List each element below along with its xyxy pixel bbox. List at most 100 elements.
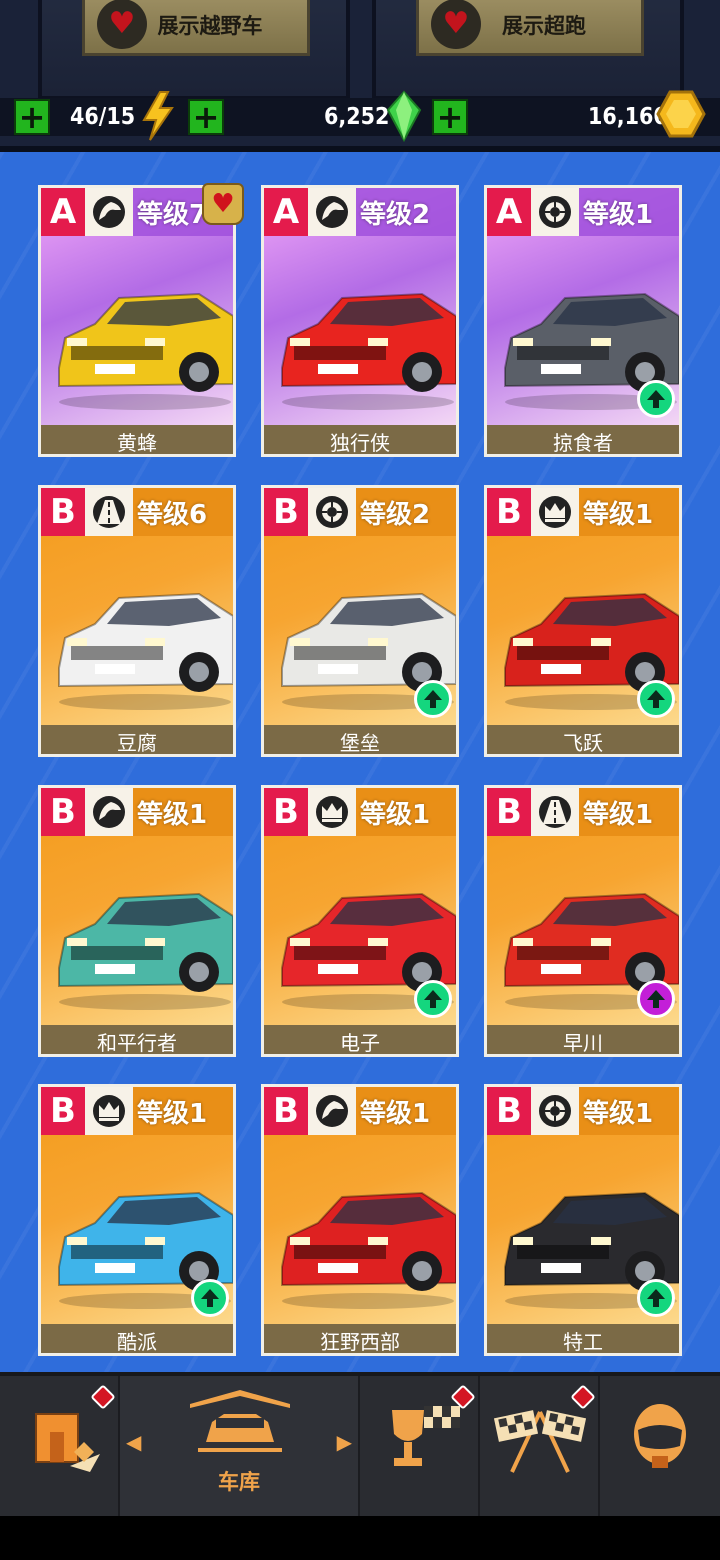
- nav-trophy[interactable]: [360, 1376, 480, 1516]
- car-name: 飞跃: [487, 725, 679, 754]
- car-card[interactable]: B 等级1 狂野西部: [261, 1084, 459, 1356]
- car-card[interactable]: B 等级6 豆腐: [38, 485, 236, 757]
- car-name: 豆腐: [41, 725, 233, 754]
- upgrade-arrow-icon[interactable]: [414, 680, 452, 718]
- upgrade-arrow-icon[interactable]: [637, 980, 675, 1018]
- car-level: 等级1: [583, 499, 654, 530]
- upgrade-arrow-icon[interactable]: [637, 1279, 675, 1317]
- car-level: 等级1: [583, 1098, 654, 1129]
- grade-badge: B: [487, 1087, 531, 1135]
- garage-label: 车库: [218, 1470, 260, 1494]
- car-card-body: A 等级2: [264, 188, 456, 425]
- show-supercar-label: 展示超跑: [502, 14, 586, 38]
- upgrade-arrow-icon[interactable]: [637, 680, 675, 718]
- car-name: 黄蜂: [41, 425, 233, 454]
- heart-icon: ♥: [431, 0, 481, 49]
- crown-icon: [531, 488, 579, 536]
- car-card[interactable]: A 等级2 独行侠: [261, 185, 459, 457]
- car-image: [49, 264, 233, 414]
- car-name: 早川: [487, 1025, 679, 1054]
- car-image: [49, 864, 233, 1014]
- car-image: [272, 264, 456, 414]
- add-gems-button[interactable]: +: [432, 99, 468, 135]
- car-name: 酷派: [41, 1324, 233, 1353]
- arrow-right-icon: ▶: [336, 1430, 352, 1454]
- tire-icon: [308, 488, 356, 536]
- car-name: 特工: [487, 1324, 679, 1353]
- store-icon: [35, 1413, 100, 1472]
- coin-icon: [656, 90, 706, 138]
- show-supercar-button[interactable]: ♥ 展示超跑: [416, 0, 644, 56]
- nav-shop[interactable]: [0, 1376, 120, 1516]
- grade-badge: A: [264, 188, 308, 236]
- tire-icon: [531, 1087, 579, 1135]
- trophy-icon: [392, 1406, 460, 1466]
- upgrade-arrow-icon[interactable]: [637, 380, 675, 418]
- grade-badge: A: [41, 188, 85, 236]
- grade-badge: B: [264, 488, 308, 536]
- car-level: 等级1: [137, 1098, 208, 1129]
- car-card[interactable]: A 等级1 掠食者: [484, 185, 682, 457]
- helmet-icon: [634, 1404, 686, 1468]
- show-offroad-label: 展示越野车: [157, 14, 263, 38]
- car-level: 等级1: [137, 799, 208, 830]
- crown-icon: [85, 1087, 133, 1135]
- car-level: 等级1: [583, 799, 654, 830]
- car-card[interactable]: B 等级1 特工: [484, 1084, 682, 1356]
- arrow-left-icon: ◀: [126, 1430, 142, 1454]
- energy-value: 46/15: [70, 104, 136, 130]
- car-card[interactable]: A 等级7 黄蜂: [38, 185, 236, 457]
- car-card[interactable]: B 等级1 酷派: [38, 1084, 236, 1356]
- road-icon: [531, 788, 579, 836]
- car-level: 等级1: [360, 799, 431, 830]
- car-card-body: A 等级7: [41, 188, 233, 425]
- lightning-icon: [142, 91, 174, 141]
- car-card[interactable]: B 等级1 电子: [261, 785, 459, 1057]
- horse-icon: [85, 788, 133, 836]
- upgrade-arrow-icon[interactable]: [191, 1279, 229, 1317]
- heart-icon: ♥: [97, 0, 147, 49]
- car-level: 等级2: [360, 499, 431, 530]
- favorite-heart-icon: ♥: [202, 183, 244, 225]
- car-name: 电子: [264, 1025, 456, 1054]
- car-card-body: B 等级1: [41, 788, 233, 1025]
- nav-profile[interactable]: [600, 1376, 720, 1516]
- crown-icon: [308, 788, 356, 836]
- show-offroad-button[interactable]: ♥ 展示越野车: [82, 0, 310, 56]
- nav-garage[interactable]: ◀ 车库 ▶: [120, 1376, 360, 1516]
- car-card[interactable]: B 等级1 早川: [484, 785, 682, 1057]
- gem-icon: [386, 90, 422, 142]
- horse-icon: [308, 1087, 356, 1135]
- garage-icon: [190, 1390, 290, 1452]
- car-card[interactable]: B 等级2 堡垒: [261, 485, 459, 757]
- car-card[interactable]: B 等级1 和平行者: [38, 785, 236, 1057]
- offroad-panel: ♥ 展示越野车: [38, 0, 350, 100]
- system-bar: [0, 1516, 720, 1560]
- upgrade-arrow-icon[interactable]: [414, 980, 452, 1018]
- car-card-body: B 等级1: [264, 1087, 456, 1324]
- horse-icon: [85, 188, 133, 236]
- car-image: [49, 564, 233, 714]
- car-name: 独行侠: [264, 425, 456, 454]
- add-energy-button[interactable]: +: [14, 99, 50, 135]
- grade-badge: B: [264, 1087, 308, 1135]
- car-level: 等级1: [583, 199, 654, 230]
- car-level: 等级1: [360, 1098, 431, 1129]
- supercar-panel: ♥ 展示超跑: [372, 0, 684, 100]
- tire-icon: [531, 188, 579, 236]
- checkered-flags-icon: [493, 1410, 587, 1473]
- bottom-nav: ◀ 车库 ▶: [0, 1372, 720, 1560]
- grade-badge: B: [41, 1087, 85, 1135]
- car-card[interactable]: B 等级1 飞跃: [484, 485, 682, 757]
- horse-icon: [308, 188, 356, 236]
- top-header: ♥ 展示越野车 ♥ 展示超跑 + 46/15 + 6,252 + 16,160: [0, 0, 720, 152]
- grade-badge: B: [41, 488, 85, 536]
- car-name: 掠食者: [487, 425, 679, 454]
- car-name: 堡垒: [264, 725, 456, 754]
- grade-badge: B: [41, 788, 85, 836]
- car-name: 狂野西部: [264, 1324, 456, 1353]
- add-energy-plus-button[interactable]: +: [188, 99, 224, 135]
- car-level: 等级6: [137, 499, 208, 530]
- grade-badge: A: [487, 188, 531, 236]
- nav-race[interactable]: [480, 1376, 600, 1516]
